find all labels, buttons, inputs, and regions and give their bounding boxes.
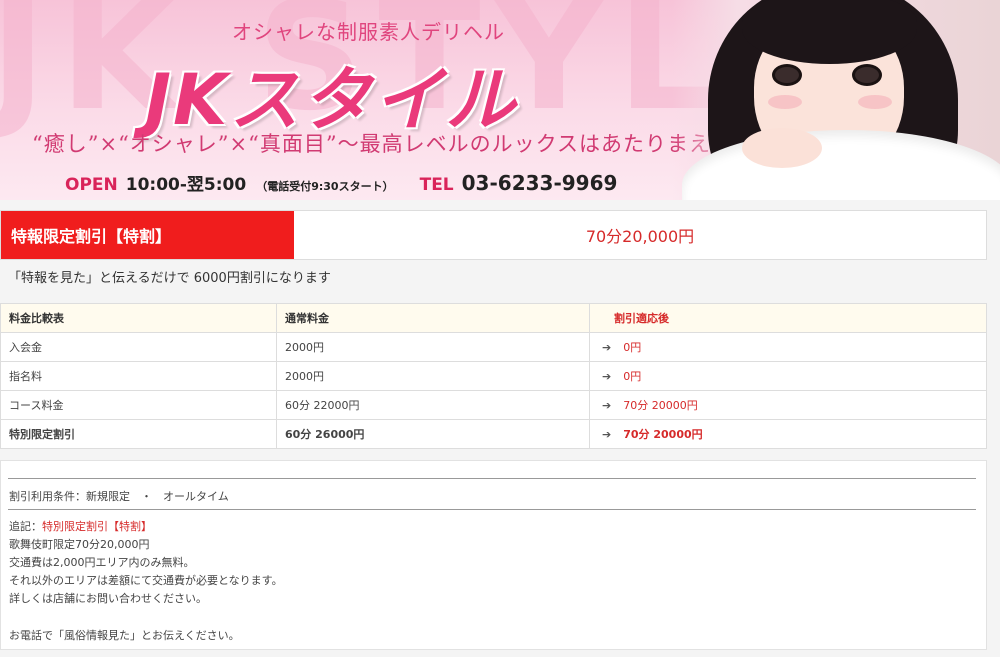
row-normal-price: 60分 22000円 [276, 390, 590, 420]
after-price-value: 70分 20000円 [623, 428, 703, 441]
tel-label: TEL [419, 175, 454, 195]
open-hours: 10:00-翌5:00 [125, 175, 247, 195]
special-discount-bar: 特報限定割引【特割】 70分20,000円 [0, 210, 987, 260]
table-row: コース料金 60分 22000円 ➔ 70分 20000円 [0, 390, 987, 420]
phone-callout: お電話で「風俗情報見た」とお伝えください。 [9, 629, 240, 642]
note-title: 特別限定割引【特割】 [42, 520, 152, 533]
photo-eye-right [852, 64, 882, 86]
banner-catchphrase: “癒し”×“オシャレ”×“真面目”～最高レベルのルックスはあたりまえ～ [32, 132, 733, 156]
arrow-right-icon: ➔ [602, 370, 612, 383]
divider [8, 509, 976, 510]
header-normal-price: 通常料金 [276, 303, 590, 333]
photo-hand [742, 128, 822, 168]
row-label: 入会金 [0, 332, 277, 362]
row-normal-price: 2000円 [276, 361, 590, 391]
table-row: 特別限定割引 60分 26000円 ➔ 70分 20000円 [0, 419, 987, 449]
photo-eye-left [772, 64, 802, 86]
after-price-value: 0円 [623, 341, 642, 354]
header-comparison: 料金比較表 [0, 303, 277, 333]
note-line: それ以外のエリアは差額にて交通費が必要となります。 [9, 574, 283, 587]
note-line: 詳しくは店舗にお問い合わせください。 [9, 592, 207, 605]
row-after-price: ➔ 70分 20000円 [589, 419, 987, 449]
arrow-right-icon: ➔ [602, 399, 612, 412]
header-banner: JK STYLE オシャレな制服素人デリヘル JKスタイル “癒し”×“オシャレ… [0, 0, 1000, 200]
after-price-value: 0円 [623, 370, 642, 383]
special-discount-price: 70分20,000円 [585, 227, 695, 246]
discount-conditions-panel: 割引利用条件：新規限定 ・ オールタイム 追記：特別限定割引【特割】 歌舞伎町限… [0, 460, 987, 650]
arrow-right-icon: ➔ [602, 341, 612, 354]
tel-number[interactable]: 03-6233-9969 [462, 171, 618, 195]
photo-blush-right [858, 95, 892, 109]
additional-notes: 追記：特別限定割引【特割】 歌舞伎町限定70分20,000円 交通費は2,000… [9, 518, 283, 608]
table-row: 指名料 2000円 ➔ 0円 [0, 361, 987, 391]
row-label: 指名料 [0, 361, 277, 391]
note-line: 交通費は2,000円エリア内のみ無料。 [9, 556, 195, 569]
special-discount-title: 特報限定割引【特割】 [1, 211, 294, 259]
banner-tagline: オシャレな制服素人デリヘル [232, 20, 505, 44]
row-after-price: ➔ 70分 20000円 [589, 390, 987, 420]
note-label: 追記： [9, 520, 42, 533]
row-after-price: ➔ 0円 [589, 332, 987, 362]
row-normal-price: 2000円 [276, 332, 590, 362]
arrow-right-icon: ➔ [602, 428, 612, 441]
row-after-price: ➔ 0円 [589, 361, 987, 391]
divider [8, 478, 976, 479]
row-label: 特別限定割引 [0, 419, 277, 449]
usage-conditions: 割引利用条件：新規限定 ・ オールタイム [9, 490, 229, 503]
note-heading: 追記：特別限定割引【特割】 [9, 518, 283, 536]
hours-note: （電話受付9:30スタート） [256, 180, 394, 193]
table-header-row: 料金比較表 通常料金 割引適応後 [0, 303, 987, 333]
after-price-value: 70分 20000円 [623, 399, 698, 412]
store-info: OPEN 10:00-翌5:00 （電話受付9:30スタート） TEL 03-6… [65, 170, 617, 195]
table-row: 入会金 2000円 ➔ 0円 [0, 332, 987, 362]
row-normal-price: 60分 26000円 [276, 419, 590, 449]
price-comparison-table: 料金比較表 通常料金 割引適応後 入会金 2000円 ➔ 0円 指名料 2000円… [0, 303, 987, 449]
photo-blush-left [768, 95, 802, 109]
model-photo [672, 0, 1000, 200]
note-line: 歌舞伎町限定70分20,000円 [9, 538, 150, 551]
header-after-discount: 割引適応後 [589, 303, 987, 333]
open-label: OPEN [65, 175, 118, 195]
discount-explanation: 「特報を見た」と伝えるだけで 6000円割引になります [8, 271, 331, 286]
row-label: コース料金 [0, 390, 277, 420]
